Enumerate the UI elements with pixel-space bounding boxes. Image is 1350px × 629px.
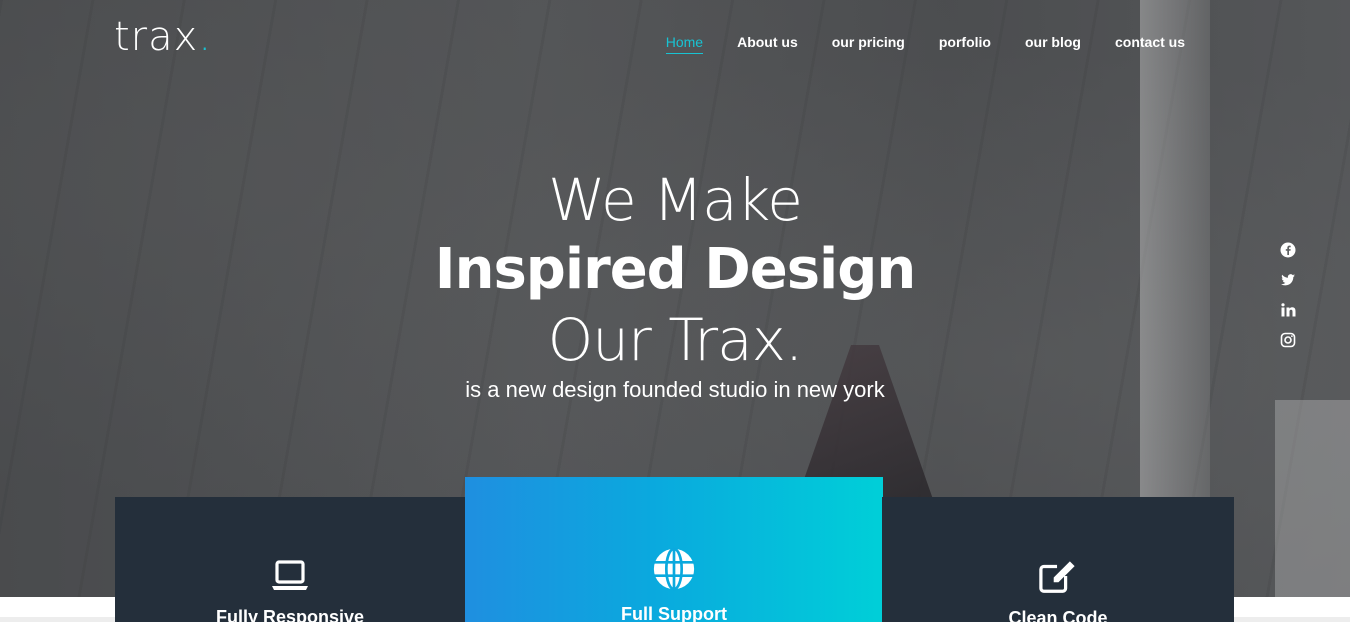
hero-headline: We Make Inspired Design Our Trax. is a n… [0, 165, 1350, 403]
brand-name: trax [114, 14, 199, 60]
feature-title: Fully Responsive [215, 607, 365, 627]
globe-icon [653, 547, 695, 591]
laptop-icon [272, 560, 308, 590]
headline-line-1: We Make [548, 166, 803, 234]
brand-dot: . [198, 14, 213, 60]
headline-line-2: Inspired Design [434, 237, 916, 302]
nav-item-pricing[interactable]: our pricing [832, 34, 905, 54]
main-nav: Home About us our pricing porfolio our b… [665, 34, 1185, 54]
nav-item-blog[interactable]: our blog [1025, 34, 1081, 54]
feature-card-clean-code[interactable]: Clean Code [882, 497, 1234, 628]
nav-item-contact[interactable]: contact us [1115, 34, 1185, 54]
window-sill-decoration [1275, 400, 1350, 597]
feature-card-support[interactable]: Full Support [465, 477, 883, 624]
edit-icon [1039, 561, 1075, 593]
nav-item-portfolio[interactable]: porfolio [939, 34, 991, 54]
brand-logo[interactable]: trax. [114, 14, 212, 60]
nav-item-home[interactable]: Home [665, 34, 704, 54]
nav-item-about[interactable]: About us [737, 34, 798, 54]
feature-title: Clean Code [1008, 608, 1108, 628]
hero-subtitle: is a new design founded studio in new yo… [465, 377, 885, 402]
feature-card-responsive[interactable]: Fully Responsive [115, 497, 465, 627]
headline-line-3: Our Trax. [547, 306, 804, 374]
